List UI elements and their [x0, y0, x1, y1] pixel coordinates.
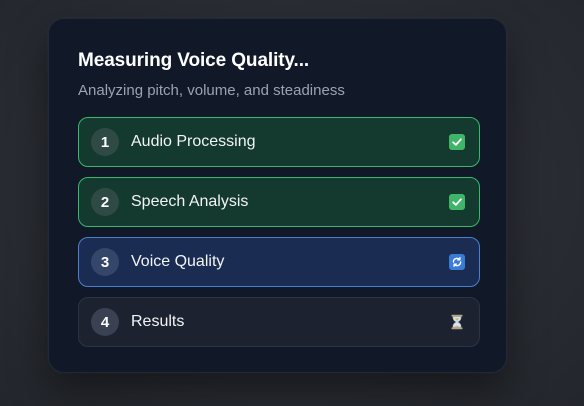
step-list: 1 Audio Processing 2 Speech Analysis 3 V… [78, 117, 480, 347]
step-number: 1 [91, 128, 119, 156]
sync-icon [449, 254, 465, 270]
step-label: Voice Quality [131, 253, 225, 270]
check-box-icon [449, 134, 465, 150]
step-speech-analysis: 2 Speech Analysis [78, 177, 480, 227]
step-voice-quality: 3 Voice Quality [78, 237, 480, 287]
progress-dialog: Measuring Voice Quality... Analyzing pit… [48, 18, 507, 373]
step-number: 3 [91, 248, 119, 276]
step-number: 2 [91, 188, 119, 216]
dialog-subtitle: Analyzing pitch, volume, and steadiness [78, 82, 345, 99]
step-label: Speech Analysis [131, 193, 249, 210]
dialog-title: Measuring Voice Quality... [78, 50, 310, 71]
step-label: Results [131, 313, 185, 330]
step-label: Audio Processing [131, 133, 256, 150]
check-box-icon [449, 194, 465, 210]
step-audio-processing: 1 Audio Processing [78, 117, 480, 167]
hourglass-icon [449, 314, 465, 330]
step-results: 4 Results [78, 297, 480, 347]
step-number: 4 [91, 308, 119, 336]
